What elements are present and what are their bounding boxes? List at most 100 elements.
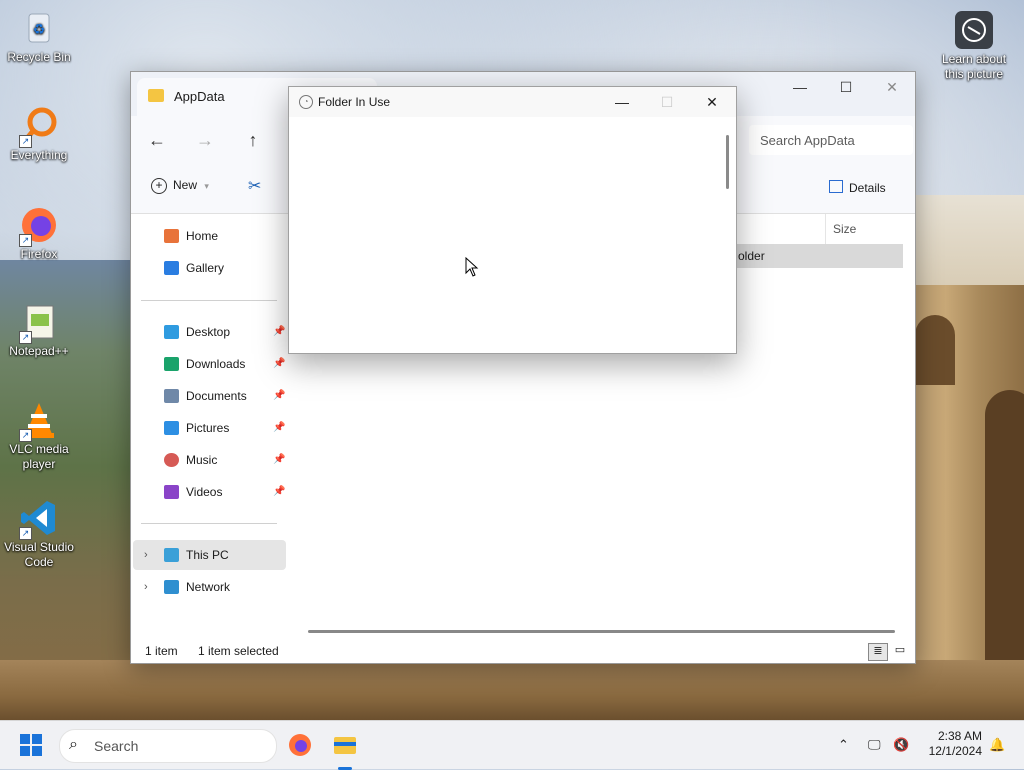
notepad-plus-plus-icon: ↗ — [19, 302, 59, 344]
taskbar-file-explorer[interactable] — [329, 729, 361, 770]
desktop-icon-label: Visual Studio Code — [4, 540, 74, 569]
spotlight-camera-icon — [954, 10, 994, 50]
forward-arrow-icon[interactable]: → — [192, 128, 218, 152]
sidebar-item-network[interactable]: › Network — [133, 572, 286, 602]
folder-in-use-dialog: ◔ Folder In Use — ☐ ✕ — [288, 86, 737, 354]
sidebar-item-gallery[interactable]: Gallery — [141, 253, 286, 283]
sidebar-divider — [141, 523, 277, 524]
taskbar-clock[interactable]: 2:38 AM 12/1/2024 — [922, 729, 982, 759]
wallpaper-landscape-bottom — [0, 660, 1024, 720]
tiles-view-icon[interactable]: ▭ — [891, 643, 909, 659]
details-pane-icon — [829, 180, 843, 193]
pin-icon[interactable]: 📌 — [273, 381, 285, 411]
row-type-text: older — [738, 249, 765, 263]
sidebar-item-label: Network — [186, 580, 231, 594]
selection-count: 1 item selected — [198, 644, 279, 658]
maximize-button[interactable]: ☐ — [823, 72, 869, 102]
sidebar-item-label: Pictures — [186, 421, 230, 435]
desktop-icon-spotlight[interactable]: Learn about this picture — [936, 10, 1012, 82]
column-header-label: Size — [833, 222, 857, 236]
chevron-right-icon[interactable]: › — [144, 572, 148, 602]
gallery-icon — [164, 261, 179, 275]
dialog-scrollbar[interactable] — [726, 135, 729, 189]
details-label: Details — [849, 181, 886, 195]
sidebar-item-music[interactable]: Music 📌 — [141, 445, 286, 475]
desktop-icon-recycle-bin[interactable]: ♻ Recycle Bin — [1, 8, 77, 65]
sidebar-item-pictures[interactable]: Pictures 📌 — [141, 413, 286, 443]
desktop-icon-label: Firefox — [20, 247, 58, 261]
sidebar-item-label: Home — [186, 229, 219, 243]
desktop-icon-label: Everything — [10, 148, 68, 162]
chevron-up-icon[interactable]: ⌃ — [838, 721, 849, 769]
item-count: 1 item — [145, 644, 178, 658]
sidebar-item-home[interactable]: Home — [141, 221, 286, 251]
minimize-button[interactable]: — — [777, 72, 823, 102]
sidebar-item-label: This PC — [186, 548, 229, 562]
sidebar-item-videos[interactable]: Videos 📌 — [141, 477, 286, 507]
sidebar-item-label: Documents — [186, 389, 247, 403]
wallpaper-town — [912, 195, 1024, 285]
shortcut-arrow-icon: ↗ — [19, 135, 32, 148]
desktop-icon-firefox[interactable]: ↗ Firefox — [1, 205, 77, 262]
details-button[interactable]: Details — [829, 180, 886, 195]
pin-icon[interactable]: 📌 — [273, 477, 285, 507]
desktop-icon-notepad-plus-plus[interactable]: ↗ Notepad++ — [1, 302, 77, 359]
status-bar: 1 item 1 item selected ≣ ▭ — [131, 640, 915, 662]
column-header-size[interactable]: Size — [833, 214, 856, 244]
dialog-minimize-button[interactable]: — — [599, 87, 645, 117]
close-button[interactable]: ✕ — [869, 72, 915, 102]
network-status-icon[interactable]: 🖵 — [868, 721, 881, 769]
svg-text:♻: ♻ — [33, 22, 46, 38]
start-button[interactable] — [20, 734, 44, 756]
taskbar-firefox[interactable] — [284, 729, 316, 761]
mouse-cursor-icon — [465, 256, 479, 280]
this-pc-icon — [164, 548, 179, 562]
desktop-icon-vlc[interactable]: ↗ VLC media player — [1, 400, 77, 472]
taskbar-search-input[interactable]: ⌕ Search — [59, 729, 277, 763]
dialog-maximize-button[interactable]: ☐ — [644, 87, 690, 117]
sidebar-item-label: Gallery — [186, 261, 225, 275]
pin-icon[interactable]: 📌 — [273, 317, 285, 347]
column-separator[interactable] — [825, 214, 826, 244]
table-row[interactable]: older — [736, 244, 903, 268]
file-explorer-icon — [334, 737, 356, 754]
shortcut-arrow-icon: ↗ — [19, 234, 32, 247]
desktop-icon-everything[interactable]: ↗ Everything — [1, 106, 77, 163]
pin-icon[interactable]: 📌 — [273, 349, 285, 379]
back-arrow-icon[interactable]: ← — [144, 128, 170, 152]
notification-bell-icon[interactable]: 🔔 — [989, 721, 1005, 769]
search-icon: ⌕ — [69, 736, 78, 753]
network-icon — [164, 580, 179, 594]
search-input[interactable]: Search AppData — [749, 125, 913, 155]
videos-icon — [164, 485, 179, 499]
dialog-close-button[interactable]: ✕ — [689, 87, 735, 117]
sidebar-item-label: Desktop — [186, 325, 231, 339]
firefox-icon: ↗ — [19, 205, 59, 247]
pin-icon[interactable]: 📌 — [273, 413, 285, 443]
details-view-icon[interactable]: ≣ — [868, 643, 888, 661]
sidebar-item-documents[interactable]: Documents 📌 — [141, 381, 286, 411]
vscode-icon: ↗ — [19, 498, 59, 540]
horizontal-scrollbar[interactable] — [308, 630, 895, 633]
wallpaper-arch-small — [915, 315, 955, 385]
sidebar-divider — [141, 300, 277, 301]
chevron-down-icon: ▾ — [204, 181, 209, 191]
up-arrow-icon[interactable]: ↑ — [240, 128, 266, 152]
tab-title: AppData — [174, 89, 225, 104]
shortcut-arrow-icon: ↗ — [19, 429, 32, 442]
dialog-titlebar: ◔ Folder In Use — ☐ ✕ — [289, 87, 736, 117]
cut-icon[interactable]: ✂ — [248, 176, 261, 196]
new-button[interactable]: + New ▾ — [151, 178, 209, 194]
chevron-right-icon[interactable]: › — [144, 540, 148, 570]
sidebar-item-label: Videos — [186, 485, 223, 499]
home-icon — [164, 229, 179, 243]
volume-muted-icon[interactable]: 🔇 — [893, 721, 909, 769]
sidebar-item-downloads[interactable]: Downloads 📌 — [141, 349, 286, 379]
desktop-icon-vscode[interactable]: ↗ Visual Studio Code — [1, 498, 77, 570]
sidebar-item-label: Music — [186, 453, 218, 467]
sidebar-item-desktop[interactable]: Desktop 📌 — [141, 317, 286, 347]
sidebar-item-this-pc[interactable]: › This PC — [133, 540, 286, 570]
firefox-icon — [289, 734, 311, 756]
dialog-title: Folder In Use — [318, 95, 391, 109]
pin-icon[interactable]: 📌 — [273, 445, 285, 475]
